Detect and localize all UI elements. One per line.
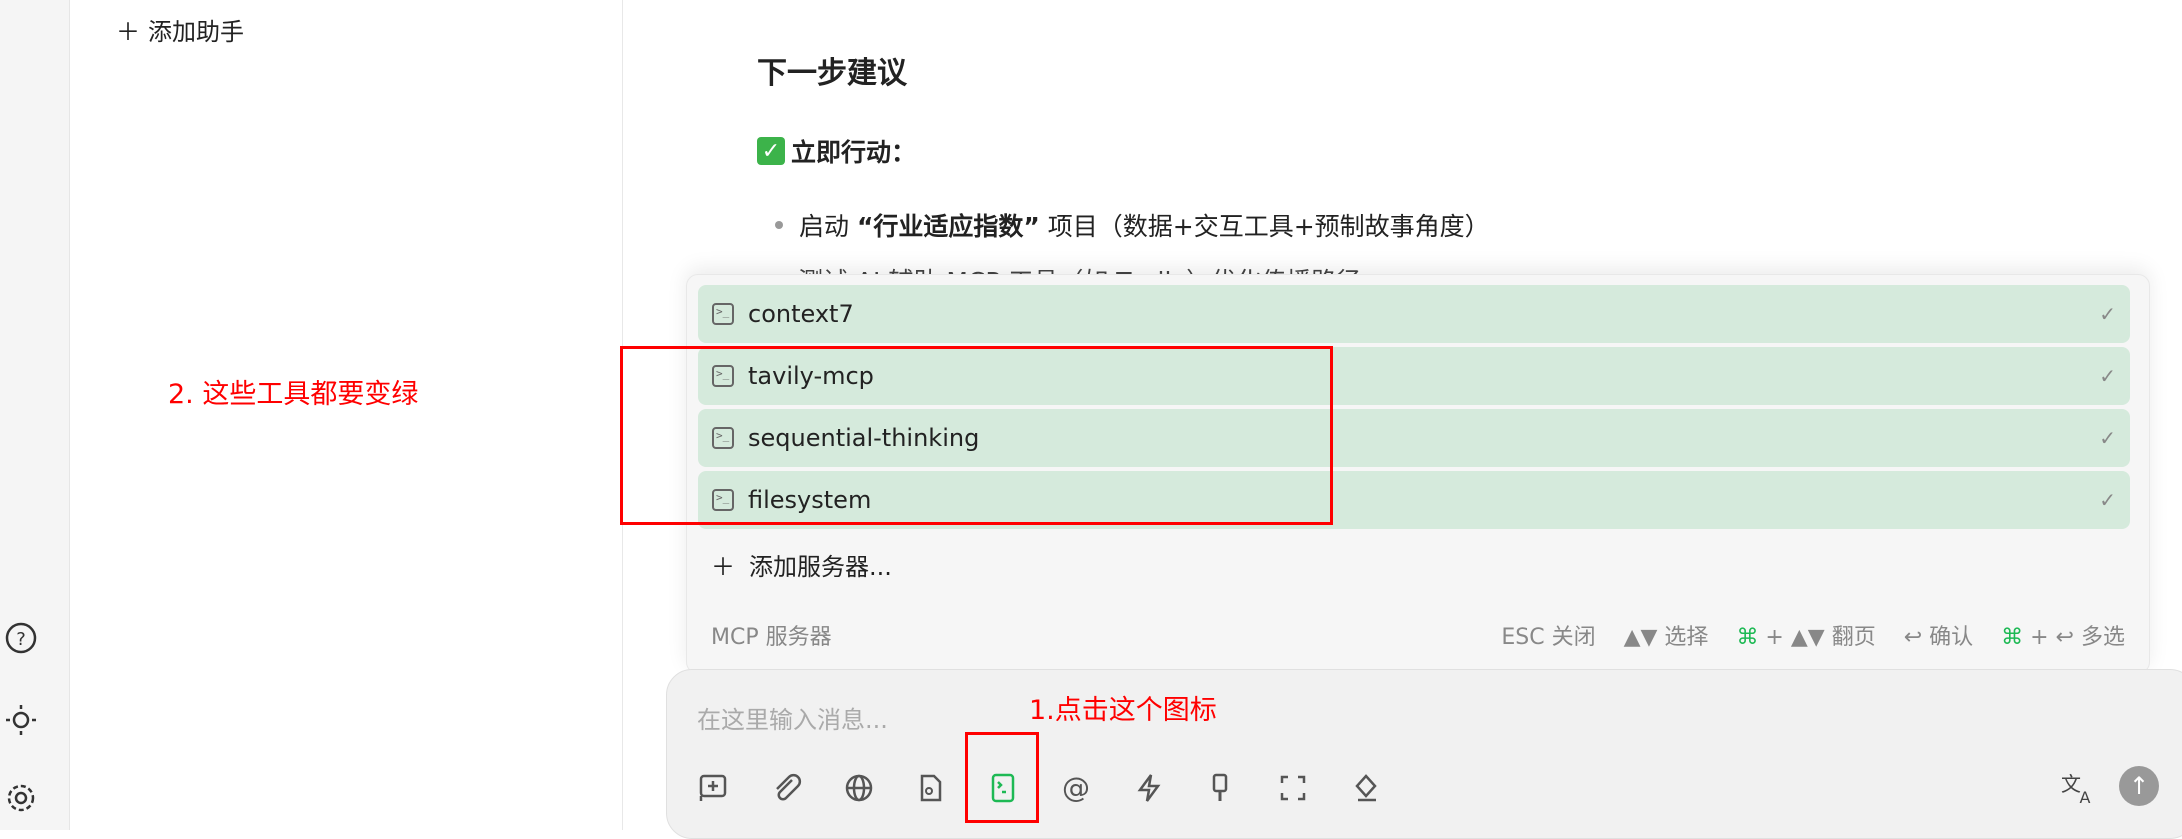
terminal-icon: >_ (712, 303, 734, 325)
bullet-prefix: 启动 (799, 212, 857, 241)
new-topic-icon[interactable] (695, 770, 731, 806)
annotation-step1: 1.点击这个图标 (1029, 695, 1217, 726)
check-icon: ✓ (2099, 426, 2116, 450)
cmd-icon: ⌘ (2001, 625, 2024, 650)
add-assistant-button[interactable]: ＋ 添加助手 (116, 12, 244, 47)
send-button[interactable]: ↑ (2119, 766, 2159, 806)
annotation-box-icon (965, 732, 1039, 823)
theme-icon[interactable] (3, 702, 39, 738)
web-search-icon[interactable] (841, 770, 877, 806)
icon-rail: ? (0, 0, 70, 830)
translate-icon[interactable]: 文A (2060, 770, 2096, 806)
svg-text:A: A (2080, 788, 2091, 805)
bullet-suffix: 项目（数据+交互工具+预制故事角度） (1039, 212, 1490, 241)
attachment-icon[interactable] (768, 770, 804, 806)
mention-icon[interactable]: @ (1058, 770, 1094, 806)
help-icon[interactable]: ? (3, 620, 39, 656)
server-name: context7 (748, 300, 854, 328)
shortcut-esc: ESC 关闭 (1501, 625, 1596, 650)
message-input-box[interactable]: 在这里输入消息... @ 文A ↑ (666, 669, 2182, 839)
svg-text:@: @ (1062, 772, 1090, 804)
action-label: 立即行动： (791, 138, 917, 167)
eraser-icon[interactable] (1348, 770, 1384, 806)
shortcut-select: ▲▼ 选择 (1623, 625, 1709, 650)
footer-title: MCP 服务器 (711, 625, 832, 650)
svg-text:文: 文 (2061, 772, 2081, 796)
message-heading: 下一步建议 (757, 56, 907, 91)
plus-icon: ＋ (711, 553, 735, 581)
check-icon: ✓ (2099, 302, 2116, 326)
annotation-box-servers (620, 346, 1333, 525)
check-icon: ✓ (2099, 488, 2116, 512)
popup-footer: MCP 服务器 ESC 关闭 ▲▼ 选择 ⌘ + ▲▼ 翻页 ↩ 确认 ⌘ + … (711, 619, 2125, 651)
quick-phrase-icon[interactable] (1131, 770, 1167, 806)
check-icon: ✓ (2099, 364, 2116, 388)
annotation-step2: 2. 这些工具都要变绿 (168, 379, 419, 410)
action-line: ✓ 立即行动： (757, 133, 916, 169)
server-row-context7[interactable]: >_ context7 ✓ (698, 285, 2130, 343)
message-input[interactable]: 在这里输入消息... (697, 700, 888, 735)
shortcut-confirm: ↩ 确认 (1903, 625, 1974, 650)
add-server-button[interactable]: ＋ 添加服务器... (711, 547, 892, 582)
assistant-panel (70, 0, 623, 830)
settings-icon[interactable] (3, 780, 39, 816)
shortcut-multi: ⌘ + ↩ 多选 (2001, 619, 2125, 651)
knowledge-search-icon[interactable] (912, 770, 948, 806)
bullet-bold: “行业适应指数” (856, 212, 1040, 241)
check-icon: ✓ (757, 137, 785, 165)
clear-context-icon[interactable] (1202, 770, 1238, 806)
shortcut-page: ⌘ + ▲▼ 翻页 (1736, 619, 1875, 651)
svg-text:?: ? (16, 629, 26, 650)
fullscreen-icon[interactable] (1275, 770, 1311, 806)
bullet-item: 启动 “行业适应指数” 项目（数据+交互工具+预制故事角度） (775, 207, 1490, 243)
shortcut-multi-label: + ↩ 多选 (2023, 625, 2125, 650)
cmd-icon: ⌘ (1736, 625, 1759, 650)
add-server-label: 添加服务器... (749, 553, 892, 581)
add-assistant-label: 添加助手 (148, 18, 244, 46)
shortcut-page-label: + ▲▼ 翻页 (1758, 625, 1876, 650)
plus-icon: ＋ (116, 18, 140, 46)
bullet-dot (775, 221, 783, 229)
arrow-up-icon: ↑ (2128, 772, 2150, 800)
